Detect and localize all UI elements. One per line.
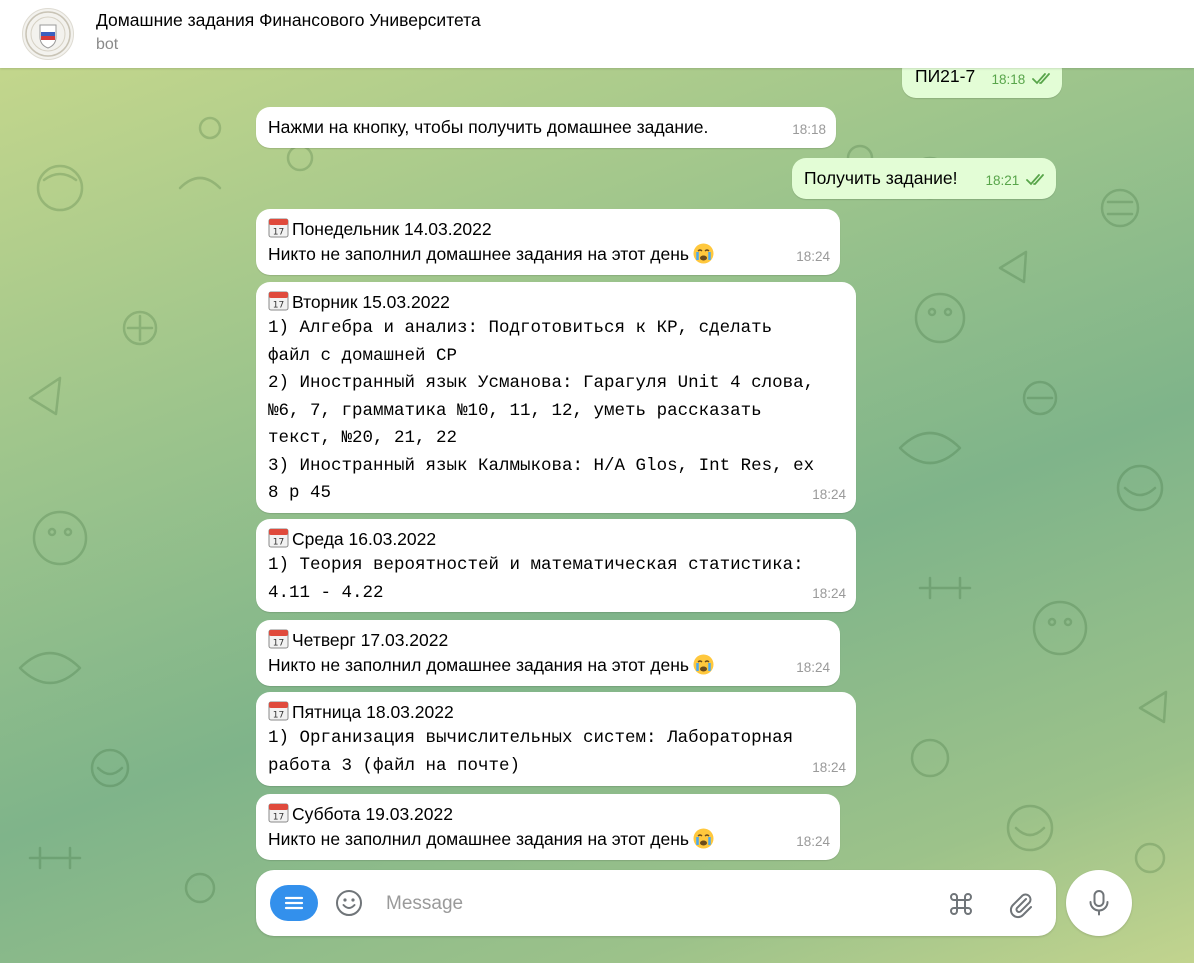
message-line: 1) Теория вероятностей и математическая … [268, 555, 804, 575]
message-heading-text: Понедельник 14.03.2022 [292, 219, 492, 239]
message-line: №6, 7, грамматика №10, 11, 12, уметь рас… [268, 400, 762, 421]
message-text: Нажми на кнопку, чтобы получить домашнее… [268, 117, 709, 137]
attach-button[interactable] [1006, 889, 1036, 919]
message-heading: 17 Пятница 18.03.2022 [268, 700, 844, 725]
emoji-button[interactable] [334, 888, 364, 918]
calendar-icon: 17 [268, 218, 289, 238]
message-meta: 18:21 [985, 168, 1046, 193]
message-time: 18:24 [796, 834, 830, 849]
message-meta: 18:18 [991, 67, 1052, 92]
voice-record-button[interactable] [1066, 870, 1132, 936]
message-heading-text: Вторник 15.03.2022 [292, 292, 450, 312]
message-heading: 17 Понедельник 14.03.2022 [268, 217, 828, 242]
message-text: Получить задание! [804, 168, 958, 188]
message-line: 1) Алгебра и анализ: Подготовиться к КР,… [268, 318, 773, 338]
message-time: 18:21 [985, 173, 1020, 188]
calendar-icon: 17 [268, 291, 289, 311]
incoming-message[interactable]: 17 Вторник 15.03.2022 1) Алгебра и анализ… [256, 282, 856, 513]
svg-text:17: 17 [273, 538, 284, 548]
message-time: 18:24 [796, 249, 830, 264]
chat-subtitle: bot [96, 36, 119, 53]
crying-face-emoji [693, 243, 714, 264]
message-time: 18:24 [796, 660, 830, 675]
message-line: 8 p 45 [268, 483, 332, 503]
double-check-icon [1032, 73, 1050, 85]
message-composer [256, 870, 1056, 936]
message-heading-text: Четверг 17.03.2022 [292, 630, 449, 650]
incoming-message[interactable]: 17 Среда 16.03.2022 1) Теория вероятносте… [256, 519, 856, 612]
paperclip-icon [1009, 893, 1032, 919]
crying-face-emoji [693, 828, 714, 849]
incoming-message[interactable]: 17 Суббота 19.03.2022 Никто не заполнил д… [256, 794, 840, 860]
message-body: Никто не заполнил домашнее задания на эт… [268, 655, 690, 675]
message-heading-text: Среда 16.03.2022 [292, 529, 437, 549]
svg-text:17: 17 [273, 228, 284, 238]
message-heading: 17 Среда 16.03.2022 [268, 527, 844, 552]
message-input[interactable] [384, 888, 928, 920]
message-heading: 17 Четверг 17.03.2022 [268, 628, 828, 653]
menu-icon [284, 896, 304, 910]
message-time: 18:24 [812, 586, 846, 601]
message-heading-text: Пятница 18.03.2022 [292, 702, 454, 722]
incoming-message[interactable]: 17 Пятница 18.03.2022 1) Организация вычи… [256, 692, 856, 786]
message-text: Никто не заполнил домашнее задания на эт… [268, 654, 714, 675]
university-emblem-icon [25, 11, 71, 57]
avatar[interactable] [22, 8, 74, 60]
calendar-icon: 17 [268, 528, 289, 548]
svg-text:17: 17 [273, 711, 284, 721]
bot-menu-button[interactable] [270, 885, 318, 921]
message-time: 18:24 [812, 760, 846, 775]
svg-text:17: 17 [273, 639, 284, 649]
message-time: 18:24 [812, 487, 846, 502]
incoming-message[interactable]: Нажми на кнопку, чтобы получить домашнее… [256, 107, 836, 148]
message-line: 3) Иностранный язык Калмыкова: H/A Glos,… [268, 455, 815, 476]
svg-text:17: 17 [273, 301, 284, 311]
message-line: текст, №20, 21, 22 [268, 428, 458, 448]
message-heading: 17 Вторник 15.03.2022 [268, 290, 844, 315]
smile-icon [336, 890, 362, 916]
message-line: работа 3 (файл на почте) [268, 755, 521, 776]
calendar-icon: 17 [268, 803, 289, 823]
incoming-message[interactable]: 17 Понедельник 14.03.2022 Никто не заполн… [256, 209, 840, 275]
message-line: файл с домашней СР [268, 345, 458, 366]
message-line: 4.11 - 4.22 [268, 582, 384, 603]
microphone-icon [1089, 890, 1109, 916]
message-body: Никто не заполнил домашнее задания на эт… [268, 829, 690, 849]
message-body: Никто не заполнил домашнее задания на эт… [268, 244, 690, 264]
message-heading: 17 Суббота 19.03.2022 [268, 802, 828, 827]
outgoing-message[interactable]: Получить задание! 18:21 [792, 158, 1056, 199]
svg-text:17: 17 [273, 813, 284, 823]
calendar-icon: 17 [268, 701, 289, 721]
crying-face-emoji [693, 654, 714, 675]
message-text: Никто не заполнил домашнее задания на эт… [268, 828, 714, 849]
message-time: 18:18 [792, 122, 826, 137]
bot-commands-button[interactable] [946, 889, 976, 919]
incoming-message[interactable]: 17 Четверг 17.03.2022 Никто не заполнил д… [256, 620, 840, 686]
double-check-icon [1026, 174, 1044, 186]
message-text: Никто не заполнил домашнее задания на эт… [268, 243, 714, 264]
chat-title: Домашние задания Финансового Университет… [96, 10, 481, 30]
message-time: 18:18 [991, 72, 1026, 87]
command-icon [950, 893, 972, 915]
message-line: 1) Организация вычислительных систем: Ла… [268, 728, 794, 748]
chat-header: Домашние задания Финансового Университет… [0, 0, 1194, 68]
message-line: 2) Иностранный язык Усманова: Гарагуля U… [268, 373, 815, 393]
calendar-icon: 17 [268, 629, 289, 649]
message-heading-text: Суббота 19.03.2022 [292, 804, 453, 824]
